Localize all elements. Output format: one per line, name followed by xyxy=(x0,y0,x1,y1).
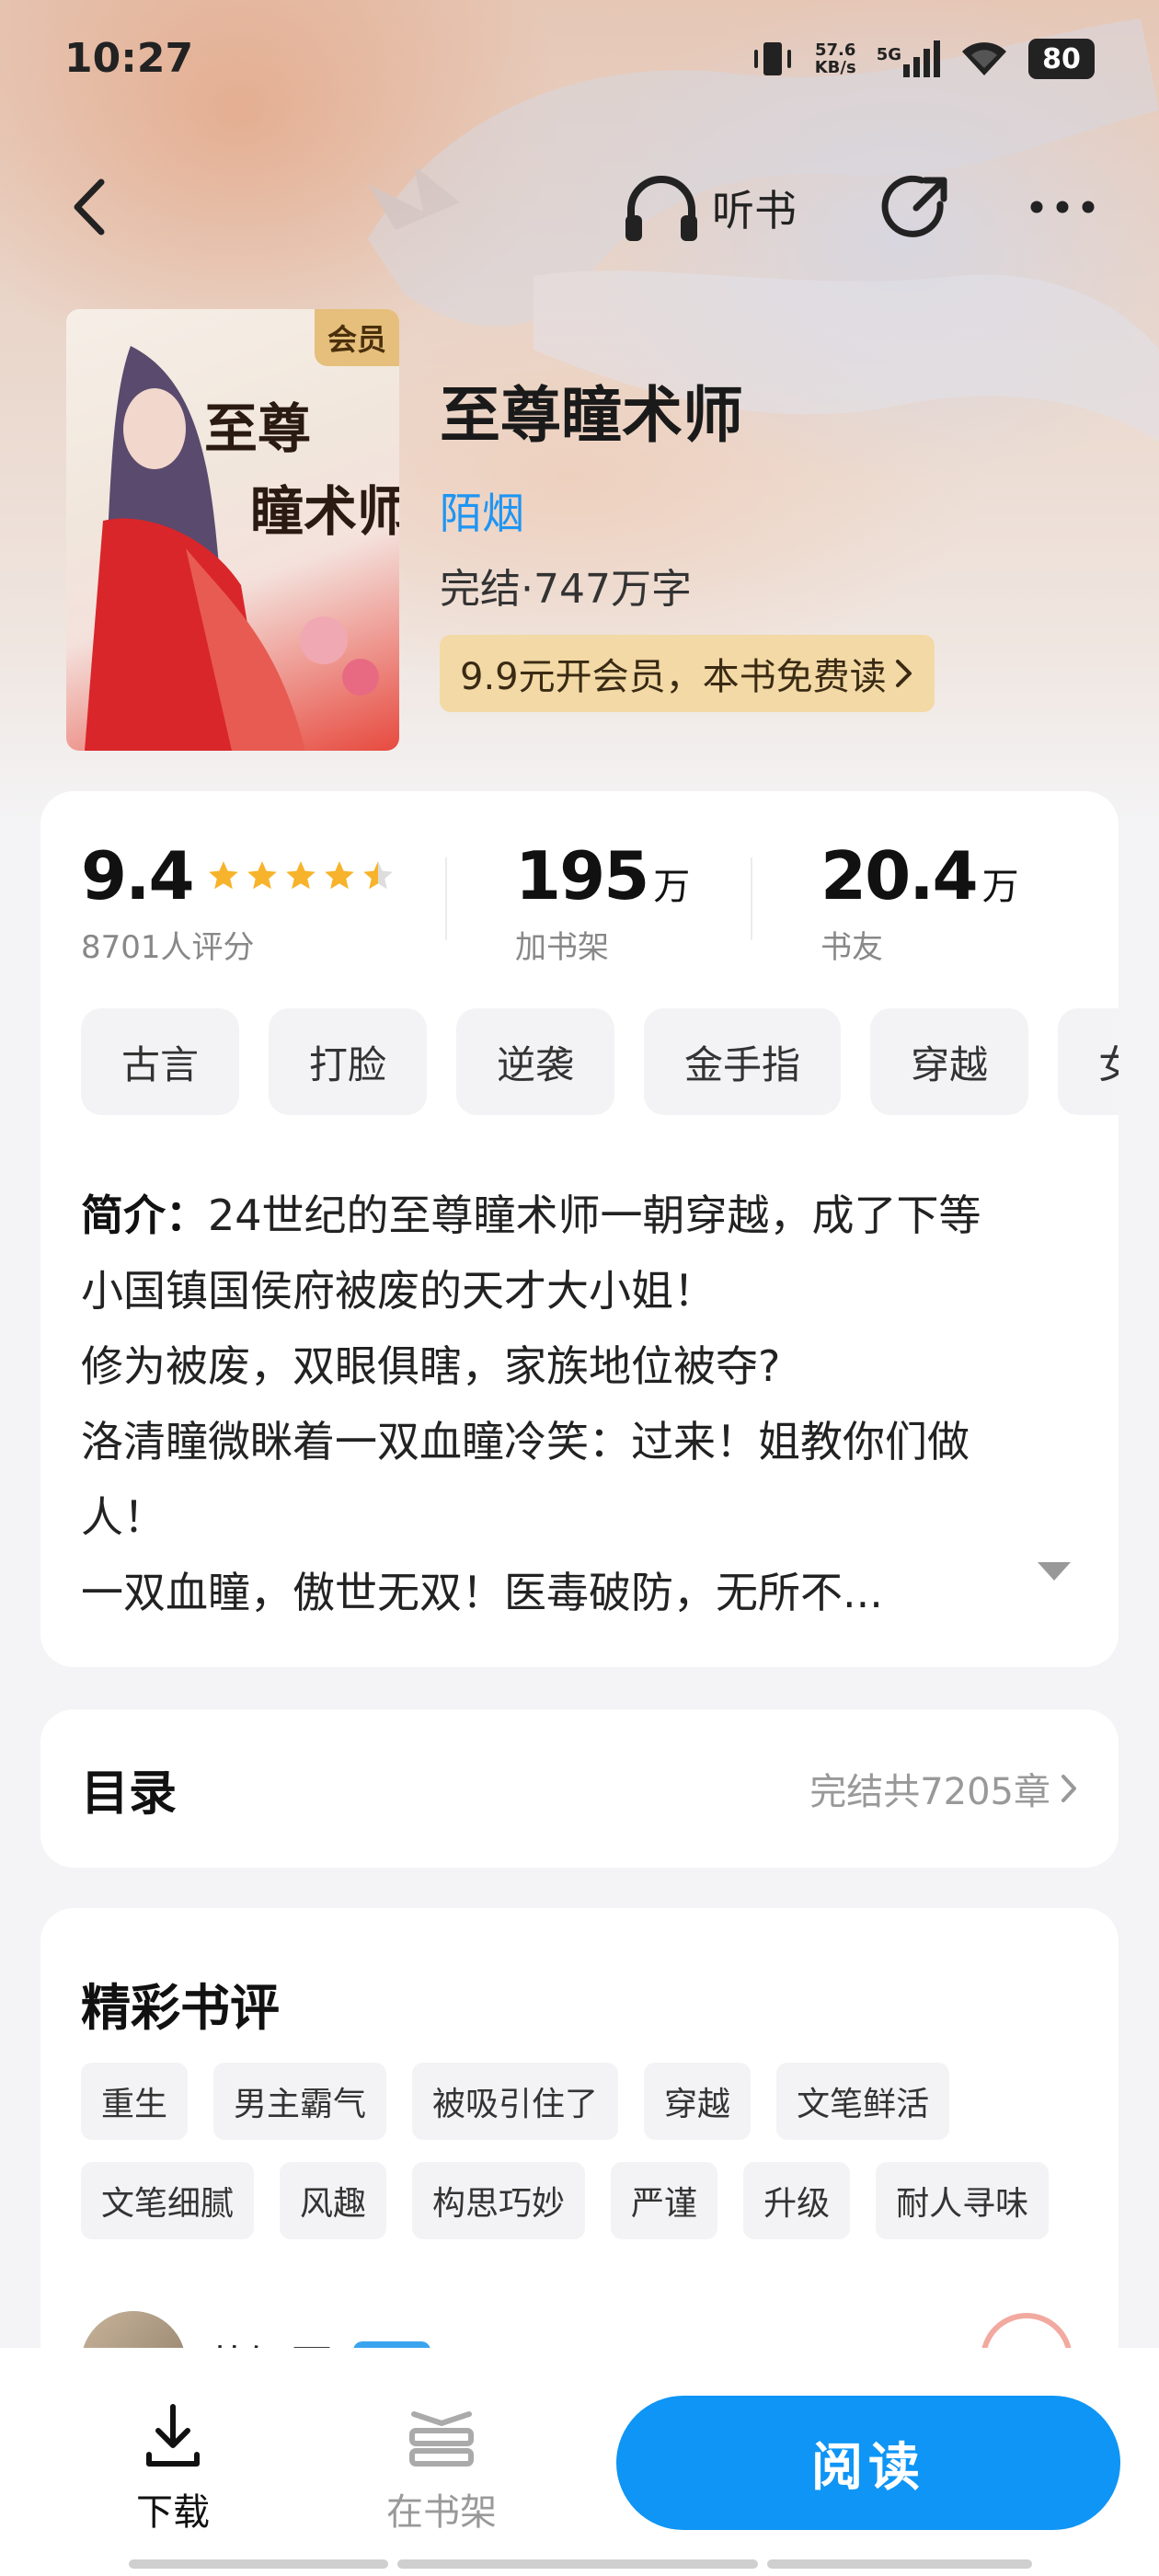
intro-line: 洛清瞳微眯着一双血瞳冷笑：过来！姐教你们做 xyxy=(81,1417,970,1466)
reviews-title: 精彩书评 xyxy=(81,1979,280,2037)
wifi-icon xyxy=(962,42,1006,75)
headphones-icon xyxy=(625,176,697,241)
status-icons: 57.6 KB/s 5G 80 xyxy=(751,37,1095,81)
bookshelf-icon xyxy=(409,2411,474,2467)
book-title: 至尊瞳术师 xyxy=(440,380,743,451)
review-tag[interactable]: 文笔鲜活 xyxy=(776,2063,950,2140)
signal-bars-icon xyxy=(903,40,940,77)
shelf-label: 加书架 xyxy=(515,929,609,966)
fans-label: 书友 xyxy=(820,929,883,966)
review-tag[interactable]: 耐人寻味 xyxy=(876,2162,1050,2239)
review-tag[interactable]: 穿越 xyxy=(644,2063,752,2140)
review-tag[interactable]: 被吸引住了 xyxy=(412,2063,619,2140)
review-tag[interactable]: 重生 xyxy=(81,2063,189,2140)
table-of-contents-row[interactable]: 目录 完结共7205章 xyxy=(40,1709,1119,1868)
star-icon xyxy=(247,861,277,890)
listen-label: 听书 xyxy=(712,186,797,236)
review-tag[interactable]: 升级 xyxy=(743,2162,851,2239)
vip-promo-button[interactable]: 9.9元开会员，本书免费读 xyxy=(440,635,935,712)
rating-value: 9.4 xyxy=(81,837,195,914)
intro-line: 24世纪的至尊瞳术师一朝穿越，成了下等 xyxy=(208,1190,981,1240)
vip-promo-label: 9.9元开会员，本书免费读 xyxy=(460,656,887,698)
more-horizontal-icon xyxy=(1030,201,1095,213)
review-tag[interactable]: 构思巧妙 xyxy=(412,2162,586,2239)
genre-tag[interactable]: 古言 xyxy=(81,1008,240,1115)
review-tag[interactable]: 男主霸气 xyxy=(213,2063,387,2140)
star-icon xyxy=(324,861,354,890)
review-tags: 重生 男主霸气 被吸引住了 穿越 文笔鲜活 文笔细腻 风趣 构思巧妙 严谨 升级… xyxy=(81,2063,1093,2239)
genre-tag[interactable]: 穿越 xyxy=(870,1008,1029,1115)
author-link[interactable]: 陌烟 xyxy=(440,480,524,541)
fans-stat: 20.4 万 书友 xyxy=(820,837,1019,967)
intro-line: 小国镇国侯府被废的天才大小姐！ xyxy=(81,1266,716,1316)
intro-line: 一双血瞳，傲世无双！医毒破防，无所不... xyxy=(81,1568,883,1617)
genre-tag[interactable]: 打脸 xyxy=(269,1008,428,1115)
review-tag[interactable]: 严谨 xyxy=(611,2162,718,2239)
bottom-action-bar: 下载 在书架 阅读 xyxy=(0,2348,1159,2576)
toc-title: 目录 xyxy=(81,1765,178,1822)
home-indicator-segment xyxy=(397,2559,758,2569)
intro-label: 简介： xyxy=(81,1190,208,1240)
shelf-stat: 195 万 加书架 xyxy=(515,837,690,967)
fans-unit: 万 xyxy=(981,866,1019,908)
intro-line: 修为被废，双眼俱瞎，家族地位被夺? xyxy=(81,1341,781,1391)
genre-tag[interactable]: 金手指 xyxy=(644,1008,842,1115)
svg-text:至尊: 至尊 xyxy=(204,397,311,460)
read-button[interactable]: 阅读 xyxy=(616,2396,1120,2530)
listen-button[interactable]: 听书 xyxy=(622,171,797,245)
share-icon xyxy=(881,175,947,237)
network-speed: 57.6 KB/s xyxy=(814,40,856,77)
chevron-left-icon xyxy=(74,178,105,236)
book-status-wordcount: 完结·747万字 xyxy=(440,566,692,613)
rating-count: 8701人评分 xyxy=(81,929,255,966)
home-indicator-segment xyxy=(129,2559,388,2569)
download-label: 下载 xyxy=(136,2491,210,2534)
expand-intro-button[interactable] xyxy=(1036,1560,1073,1582)
fans-value: 20.4 xyxy=(820,837,979,914)
book-info-card: 9.4 8701人评分 195 万 加书架 20.4 万 书友 古言 打脸 逆袭 金… xyxy=(40,791,1119,1667)
star-icon xyxy=(208,861,238,890)
chevron-right-icon xyxy=(1061,1775,1076,1802)
shelf-value: 195 xyxy=(515,837,649,914)
stat-divider xyxy=(445,857,447,940)
rating-stars xyxy=(206,858,396,893)
download-button[interactable]: 下载 xyxy=(99,2403,247,2536)
download-icon xyxy=(146,2404,200,2467)
book-cover[interactable]: 至尊 瞳术师 会员 xyxy=(66,309,399,751)
chevron-right-icon xyxy=(895,660,912,687)
shelf-unit: 万 xyxy=(653,866,691,908)
share-button[interactable] xyxy=(879,171,953,245)
review-tag[interactable]: 风趣 xyxy=(280,2162,387,2239)
battery-indicator: 80 xyxy=(1028,39,1095,79)
rating-stat: 9.4 8701人评分 xyxy=(81,837,396,967)
cellular-signal: 5G xyxy=(877,40,940,77)
in-shelf-label: 在书架 xyxy=(386,2491,497,2534)
svg-text:瞳术师: 瞳术师 xyxy=(250,480,399,543)
star-icon xyxy=(362,861,393,890)
more-button[interactable] xyxy=(1026,189,1099,225)
member-badge: 会员 xyxy=(314,309,399,366)
toc-chapter-count: 完结共7205章 xyxy=(809,1762,1078,1815)
back-button[interactable] xyxy=(64,175,120,239)
cover-illustration: 至尊 瞳术师 xyxy=(85,346,399,751)
home-indicator-segment xyxy=(767,2559,1032,2569)
star-icon xyxy=(285,861,316,890)
genre-tag[interactable]: 女 xyxy=(1058,1008,1119,1115)
intro-line: 人！ xyxy=(81,1492,166,1542)
genre-tag[interactable]: 逆袭 xyxy=(456,1008,615,1115)
review-tag[interactable]: 文笔细腻 xyxy=(81,2162,255,2239)
stat-divider xyxy=(751,857,752,940)
caret-down-icon xyxy=(1038,1562,1071,1581)
status-bar: 10:27 57.6 KB/s 5G 80 xyxy=(0,0,1159,120)
in-shelf-button[interactable]: 在书架 xyxy=(368,2403,515,2536)
genre-tags: 古言 打脸 逆袭 金手指 穿越 女 xyxy=(81,1008,1119,1115)
book-intro[interactable]: 简介：24世纪的至尊瞳术师一朝穿越，成了下等 小国镇国侯府被废的天才大小姐！ 修… xyxy=(81,1178,1084,1630)
vibrate-icon xyxy=(753,42,791,75)
status-time: 10:27 xyxy=(64,35,194,82)
